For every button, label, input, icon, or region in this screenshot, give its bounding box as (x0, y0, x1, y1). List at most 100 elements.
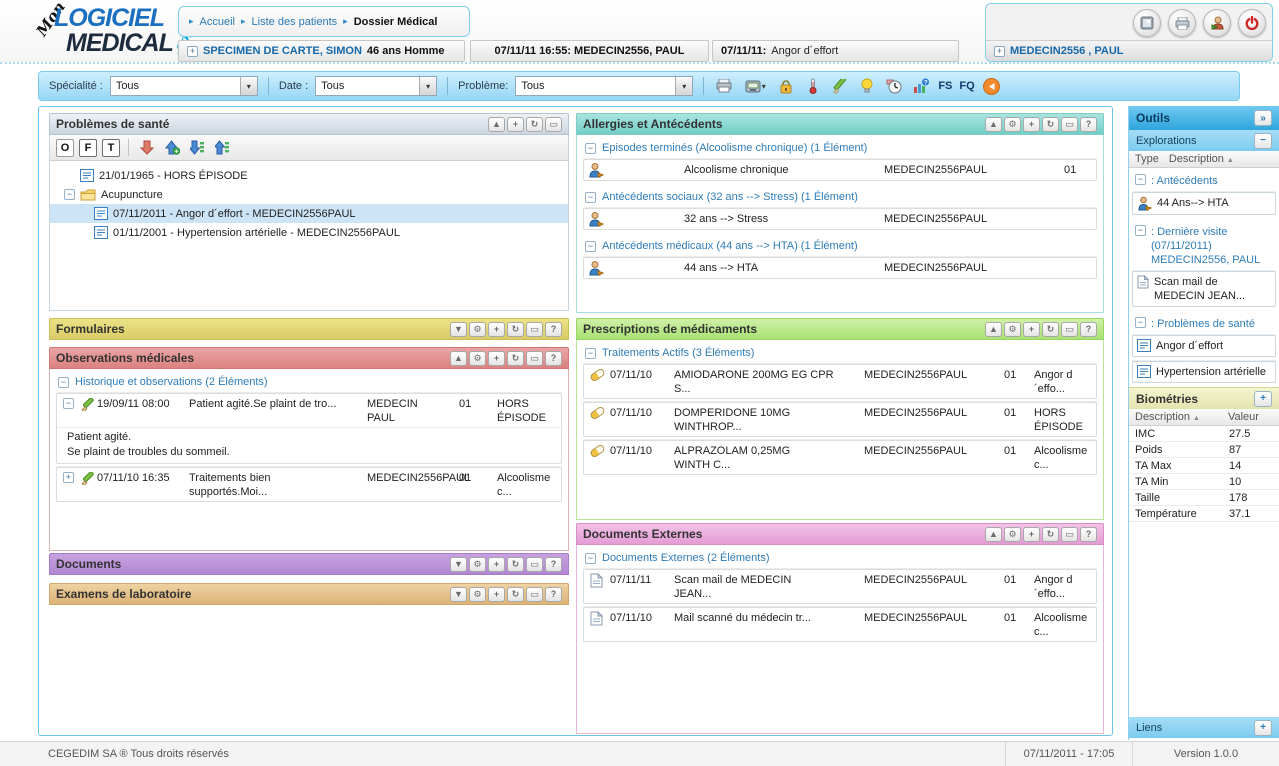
explorations-group-derniere-visite[interactable]: − : Dernière visite (07/11/2011) MEDECIN… (1129, 219, 1279, 271)
tree-item-angor-effort[interactable]: 07/11/2011 - Angor d´effort - MEDECIN255… (50, 204, 568, 223)
expand-button[interactable]: ▼ (450, 322, 467, 337)
settings-button[interactable]: ⚙ (1004, 117, 1021, 132)
add-button[interactable]: + (1023, 527, 1040, 542)
settings-button[interactable]: ⚙ (469, 587, 486, 602)
biometry-row[interactable]: TA Max 14 (1129, 458, 1279, 474)
prescription-pen-button[interactable] (830, 76, 850, 96)
maximize-button[interactable]: ▭ (526, 322, 543, 337)
maximize-button[interactable]: ▭ (526, 557, 543, 572)
sort-descending-button[interactable] (187, 138, 207, 158)
collapse-row-icon[interactable]: − (63, 398, 74, 409)
external-document-row[interactable]: 07/11/10 Mail scanné du médecin tr... ME… (583, 607, 1097, 642)
window-button[interactable] (1133, 9, 1161, 37)
refresh-button[interactable]: ↻ (507, 351, 524, 366)
collapse-button[interactable]: ▲ (985, 527, 1002, 542)
help-button[interactable]: ? (545, 587, 562, 602)
help-button[interactable]: ? (1080, 117, 1097, 132)
explorations-group-antecedents[interactable]: − : Antécédents (1129, 168, 1279, 192)
filter-t-button[interactable]: T (102, 139, 120, 157)
docs-externes-group[interactable]: − Documents Externes (2 Éléments) (577, 545, 1103, 569)
collapse-group-icon[interactable]: − (585, 348, 596, 359)
collapse-group-icon[interactable]: − (585, 553, 596, 564)
refresh-button[interactable]: ↻ (1042, 117, 1059, 132)
logout-button[interactable] (1238, 9, 1266, 37)
tree-item-hors-episode[interactable]: 21/01/1965 - HORS ÉPISODE (50, 166, 568, 185)
breadcrumb-liste-patients[interactable]: Liste des patients (252, 16, 338, 28)
prescription-row[interactable]: 07/11/10 DOMPERIDONE 10MG WINTHROP... ME… (583, 402, 1097, 437)
settings-button[interactable]: ⚙ (469, 351, 486, 366)
settings-button[interactable]: ⚙ (1004, 527, 1021, 542)
help-button[interactable]: ? (1080, 322, 1097, 337)
collapse-button[interactable]: ▲ (488, 117, 505, 132)
filter-o-button[interactable]: O (56, 139, 74, 157)
allergies-section-heading[interactable]: − Antécédents médicaux (44 ans --> HTA) … (577, 233, 1103, 257)
collapse-button[interactable]: ▲ (985, 322, 1002, 337)
explorations-item-angor[interactable]: Angor d´effort (1132, 335, 1276, 357)
collapse-group-icon[interactable]: − (1135, 225, 1146, 236)
history-button[interactable] (884, 76, 904, 96)
prescriptions-group[interactable]: − Traitements Actifs (3 Éléments) (577, 340, 1103, 364)
collapse-group-icon[interactable]: − (585, 241, 596, 252)
specialty-select[interactable]: Tous ▾ (110, 76, 258, 96)
fq-button[interactable]: FQ (959, 80, 974, 92)
last-visit-bar[interactable]: 07/11/11 16:55: MEDECIN2556, PAUL (470, 40, 709, 62)
import-episode-button[interactable]: + (162, 138, 182, 158)
current-episode-bar[interactable]: 07/11/11: Angor d´effort (712, 40, 959, 62)
help-button[interactable]: ? (545, 557, 562, 572)
refresh-button[interactable]: ↻ (507, 557, 524, 572)
print-document-button[interactable] (714, 76, 734, 96)
expand-row-icon[interactable]: + (63, 472, 74, 483)
biometry-row[interactable]: Taille 178 (1129, 490, 1279, 506)
allergies-section-heading[interactable]: − Episodes terminés (Alcoolisme chroniqu… (577, 135, 1103, 159)
add-button[interactable]: + (1023, 322, 1040, 337)
help-button[interactable]: ? (545, 322, 562, 337)
add-lien-button[interactable]: + (1254, 720, 1272, 736)
expand-user-icon[interactable]: + (994, 46, 1005, 57)
settings-button[interactable]: ⚙ (469, 322, 486, 337)
refresh-button[interactable]: ↻ (1042, 527, 1059, 542)
change-user-button[interactable] (1203, 9, 1231, 37)
allergies-section-heading[interactable]: − Antécédents sociaux (32 ans --> Stress… (577, 184, 1103, 208)
expand-patient-icon[interactable]: + (187, 46, 198, 57)
settings-button[interactable]: ⚙ (1004, 322, 1021, 337)
maximize-button[interactable]: ▭ (526, 587, 543, 602)
collapse-button[interactable]: ▲ (985, 117, 1002, 132)
col-description[interactable]: Description▲ (1135, 411, 1200, 423)
maximize-button[interactable]: ▭ (526, 351, 543, 366)
idea-button[interactable] (857, 76, 877, 96)
add-biometry-button[interactable]: + (1254, 391, 1272, 407)
allergy-row[interactable]: Alcoolisme chronique MEDECIN2556PAUL 01 (583, 159, 1097, 181)
collapse-group-icon[interactable]: − (1135, 317, 1146, 328)
prescription-row[interactable]: 07/11/10 AMIODARONE 200MG EG CPR S... ME… (583, 364, 1097, 399)
col-type[interactable]: Type (1135, 153, 1159, 165)
maximize-button[interactable]: ▭ (1061, 322, 1078, 337)
explorations-item-hta[interactable]: 44 Ans--> HTA (1132, 192, 1276, 215)
observation-row[interactable]: + 07/11/10 16:35 Traitements bien suppor… (56, 467, 562, 502)
explorations-group-problemes[interactable]: − : Problèmes de santé (1129, 311, 1279, 335)
temperature-button[interactable] (803, 76, 823, 96)
expand-button[interactable]: ▼ (450, 587, 467, 602)
col-valeur[interactable]: Valeur (1228, 411, 1259, 423)
back-button[interactable] (982, 76, 1002, 96)
add-button[interactable]: + (488, 587, 505, 602)
explorations-item-scan-mail[interactable]: Scan mail de MEDECIN JEAN... (1132, 271, 1276, 307)
print-button[interactable] (1168, 9, 1196, 37)
statistics-button[interactable]: ? (911, 76, 931, 96)
collapse-node-icon[interactable]: − (64, 189, 75, 200)
collapse-sidebar-button[interactable]: » (1254, 110, 1272, 126)
explorations-item-hypertension[interactable]: Hypertension artérielle (1132, 361, 1276, 383)
prescription-row[interactable]: 07/11/10 ALPRAZOLAM 0,25MG WINTH C... ME… (583, 440, 1097, 475)
biometry-row[interactable]: Poids 87 (1129, 442, 1279, 458)
lock-button[interactable] (776, 76, 796, 96)
collapse-group-icon[interactable]: − (585, 143, 596, 154)
add-button[interactable]: + (488, 351, 505, 366)
move-down-button[interactable] (137, 138, 157, 158)
biometry-row[interactable]: IMC 27.5 (1129, 426, 1279, 442)
help-button[interactable]: ? (1080, 527, 1097, 542)
collapse-explorations-button[interactable]: − (1254, 133, 1272, 149)
allergy-row[interactable]: 32 ans --> Stress MEDECIN2556PAUL (583, 208, 1097, 230)
add-button[interactable]: + (488, 322, 505, 337)
refresh-button[interactable]: ↻ (507, 322, 524, 337)
observation-row[interactable]: − 19/09/11 08:00 Patient agité.Se plaint… (56, 393, 562, 464)
observations-group[interactable]: − Historique et observations (2 Éléments… (50, 369, 568, 393)
